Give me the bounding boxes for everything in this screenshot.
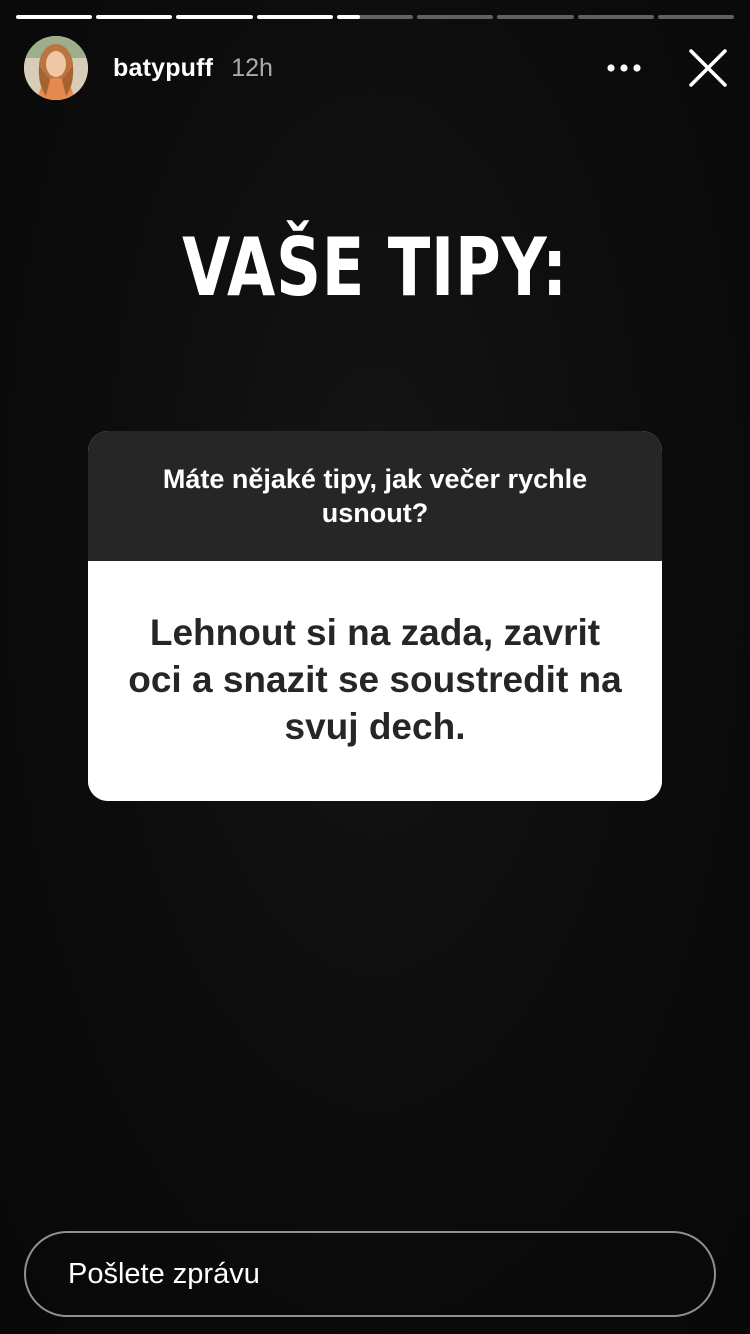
story-headline: VAŠE TIPY: — [182, 221, 568, 314]
story-progress-bar — [16, 15, 734, 19]
reply-message-input[interactable]: Pošlete zprávu — [24, 1231, 716, 1317]
progress-segment — [256, 15, 333, 19]
question-text: Máte nějaké tipy, jak večer rychle usnou… — [88, 431, 662, 561]
progress-segment — [336, 15, 414, 19]
progress-segment — [497, 15, 574, 19]
progress-segment-fill — [96, 15, 173, 19]
story-timestamp: 12h — [231, 53, 273, 82]
username[interactable]: batypuff — [113, 54, 213, 83]
question-sticker: Máte nějaké tipy, jak večer rychle usnou… — [88, 431, 662, 801]
close-icon[interactable] — [684, 44, 732, 92]
progress-segment — [577, 15, 654, 19]
progress-segment-fill — [256, 15, 333, 19]
answer-text: Lehnout si na zada, zavrit oci a snazit … — [88, 561, 662, 801]
progress-segment — [176, 15, 253, 19]
more-horizontal-icon[interactable] — [604, 48, 644, 88]
progress-segment-fill — [16, 15, 93, 19]
progress-segment-fill — [336, 15, 360, 19]
progress-segment — [657, 15, 734, 19]
progress-segment — [16, 15, 93, 19]
story-header: batypuff 12h — [24, 36, 732, 100]
progress-segment-fill — [176, 15, 253, 19]
reply-placeholder: Pošlete zprávu — [68, 1257, 260, 1290]
progress-segment — [417, 15, 494, 19]
progress-segment — [96, 15, 173, 19]
avatar-photo — [24, 36, 88, 100]
avatar[interactable] — [24, 36, 88, 100]
